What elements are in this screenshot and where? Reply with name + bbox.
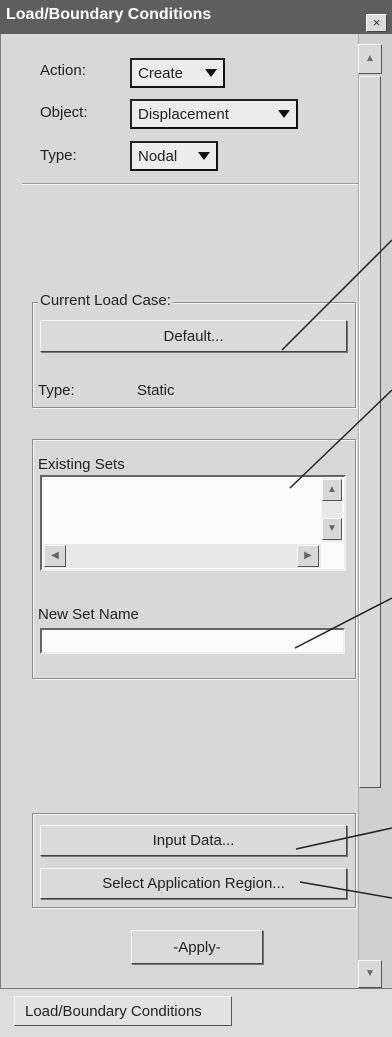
leader-line-input-data bbox=[295, 827, 392, 850]
tab-label: Load/Boundary Conditions bbox=[25, 1002, 202, 1020]
leader-line-load-case bbox=[281, 239, 392, 351]
annotation-leader-lines bbox=[281, 239, 392, 899]
leader-line-select-region bbox=[299, 881, 392, 899]
tab-load-boundary-conditions[interactable]: Load/Boundary Conditions bbox=[14, 996, 232, 1026]
leader-line-new-set-name bbox=[294, 597, 392, 649]
leader-line-existing-sets bbox=[289, 389, 392, 489]
